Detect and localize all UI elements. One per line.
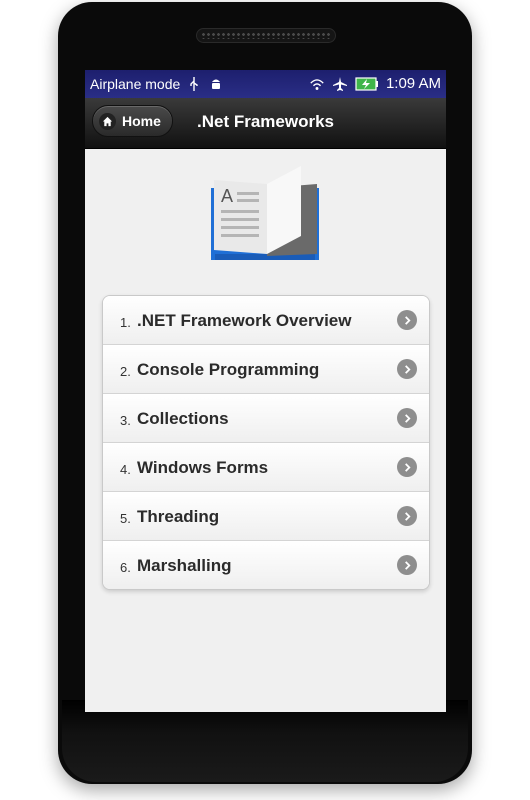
list-item[interactable]: 2. Console Programming (103, 345, 429, 394)
airplane-icon (332, 76, 347, 91)
clock: 1:09 AM (385, 75, 441, 92)
usb-icon (190, 77, 198, 91)
home-icon (99, 112, 116, 130)
chevron-right-icon (397, 457, 417, 477)
item-number: 2. (120, 364, 131, 379)
screen: Airplane mode 1:09 AM Home .Net Framewor… (85, 70, 446, 712)
item-number: 5. (120, 511, 131, 526)
android-icon (212, 79, 221, 89)
page-title: .Net Frameworks (197, 112, 334, 131)
item-number: 4. (120, 462, 131, 477)
item-number: 6. (120, 560, 131, 575)
wifi-icon (310, 78, 324, 90)
home-button-label: Home (122, 113, 161, 129)
home-button[interactable]: Home (92, 105, 173, 137)
chevron-right-icon (397, 555, 417, 575)
item-label: .NET Framework Overview (137, 311, 352, 330)
item-label: Collections (137, 409, 229, 428)
airplane-mode-label: Airplane mode (90, 76, 181, 92)
list-item[interactable]: 5. Threading (103, 492, 429, 541)
item-number: 3. (120, 413, 131, 428)
chevron-right-icon (397, 310, 417, 330)
phone-chin (62, 700, 468, 782)
item-label: Threading (137, 507, 220, 526)
battery-charging-icon (355, 76, 378, 91)
chevron-right-icon (397, 506, 417, 526)
topic-list: 1. .NET Framework Overview 2. Console Pr… (102, 295, 430, 590)
item-label: Console Programming (137, 360, 320, 379)
list-item[interactable]: 1. .NET Framework Overview (103, 296, 429, 345)
svg-text:A: A (221, 186, 233, 206)
speaker-grille (196, 28, 336, 43)
item-number: 1. (120, 315, 131, 330)
app-header: Home .Net Frameworks (85, 98, 446, 149)
chevron-right-icon (397, 408, 417, 428)
item-label: Marshalling (137, 556, 232, 575)
list-item[interactable]: 4. Windows Forms (103, 443, 429, 492)
list-item[interactable]: 6. Marshalling (103, 541, 429, 589)
chevron-right-icon (397, 359, 417, 379)
item-label: Windows Forms (137, 458, 269, 477)
list-item[interactable]: 3. Collections (103, 394, 429, 443)
book-icon: A (211, 166, 319, 260)
status-bar: Airplane mode 1:09 AM (85, 70, 446, 98)
